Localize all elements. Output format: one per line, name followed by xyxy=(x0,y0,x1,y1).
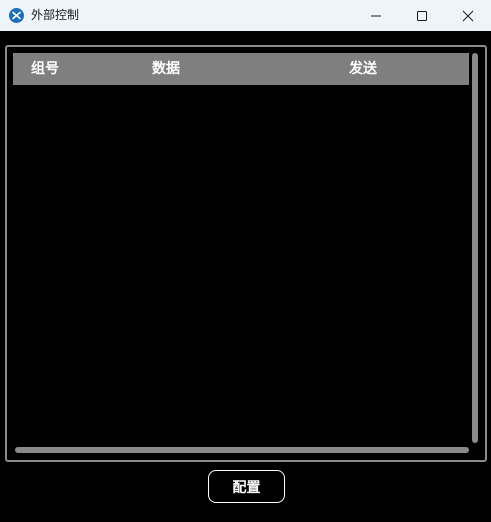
close-icon xyxy=(462,10,474,21)
column-header-data[interactable]: 数据 xyxy=(152,53,180,85)
column-header-send[interactable]: 发送 xyxy=(349,53,377,85)
vertical-scrollbar[interactable] xyxy=(472,53,478,443)
column-header-group-number[interactable]: 组号 xyxy=(31,53,59,85)
table-header-row: 组号 数据 发送 xyxy=(13,53,469,85)
minimize-icon xyxy=(371,15,381,16)
close-button[interactable] xyxy=(445,0,491,31)
data-table[interactable]: 组号 数据 发送 xyxy=(5,45,487,462)
external-control-window: 外部控制 组号 数据 发送 配置 xyxy=(0,0,491,522)
window-title: 外部控制 xyxy=(31,8,80,22)
minimize-button[interactable] xyxy=(353,0,399,31)
maximize-icon xyxy=(417,10,427,21)
config-button[interactable]: 配置 xyxy=(208,470,285,503)
app-logo-icon xyxy=(9,8,24,23)
horizontal-scrollbar[interactable] xyxy=(15,447,469,453)
maximize-button[interactable] xyxy=(399,0,445,31)
title-bar[interactable]: 外部控制 xyxy=(0,0,491,31)
